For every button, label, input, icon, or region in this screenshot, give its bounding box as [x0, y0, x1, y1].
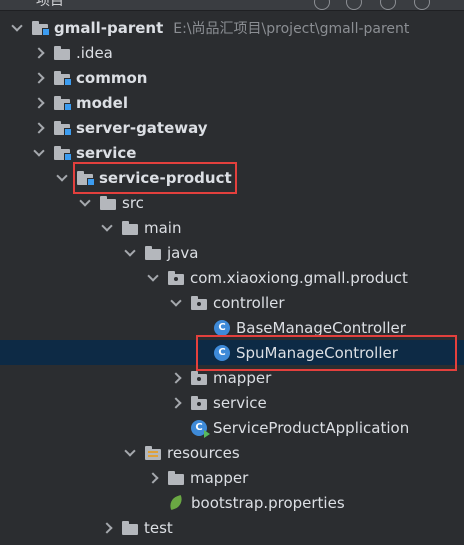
folder-icon: [168, 470, 184, 485]
tree-row-model[interactable]: model: [0, 90, 464, 115]
tree-row-service-product-application[interactable]: C ServiceProductApplication: [0, 415, 464, 440]
tree-row-label: main: [144, 218, 182, 237]
tree-row-label: server-gateway: [76, 118, 208, 137]
chevron-down-icon[interactable]: [32, 146, 46, 160]
hide-icon[interactable]: [414, 0, 430, 10]
locate-icon[interactable]: [314, 0, 330, 10]
project-path: E:\尚品汇项目\project\gmall-parent: [173, 20, 410, 37]
tree-row-label: test: [144, 518, 173, 537]
tree-row-label: mapper: [213, 368, 272, 387]
chevron-right-icon[interactable]: [32, 71, 46, 85]
tree-row-src[interactable]: src: [0, 190, 464, 215]
tree-row-label: ServiceProductApplication: [213, 418, 410, 437]
chevron-right-icon[interactable]: [146, 471, 160, 485]
tree-row-label: controller: [213, 293, 285, 312]
java-class-icon: C: [214, 319, 230, 336]
tree-row-bootstrap-properties[interactable]: bootstrap.properties: [0, 490, 464, 515]
tree-row-spu-manage-controller[interactable]: C SpuManageController: [0, 340, 464, 365]
package-icon: [191, 295, 207, 310]
tree-row-package-root[interactable]: com.xiaoxiong.gmall.product: [0, 265, 464, 290]
chevron-right-icon[interactable]: [32, 121, 46, 135]
tree-row-label: gmall-parent: [54, 18, 164, 37]
chevron-down-icon[interactable]: [10, 21, 24, 35]
resources-folder-icon: [145, 445, 161, 460]
tree-row-main[interactable]: main: [0, 215, 464, 240]
spring-boot-app-icon: C: [191, 419, 210, 438]
module-folder-icon: [54, 145, 72, 161]
tree-row-label: mapper: [190, 468, 249, 487]
module-folder-icon: [54, 95, 72, 111]
tree-row-label: service: [76, 143, 137, 162]
chevron-right-icon[interactable]: [169, 396, 183, 410]
tree-row-label: model: [76, 93, 128, 112]
folder-icon: [54, 45, 70, 60]
tool-window-title: 项目: [36, 0, 64, 9]
tree-row-resources[interactable]: resources: [0, 440, 464, 465]
tree-row-common[interactable]: common: [0, 65, 464, 90]
tree-row-service-product[interactable]: service-product: [0, 165, 464, 190]
folder-icon: [122, 220, 138, 235]
module-folder-icon: [32, 20, 50, 36]
tree-row-service[interactable]: service: [0, 140, 464, 165]
chevron-down-icon[interactable]: [100, 221, 114, 235]
tree-row-label: resources: [167, 443, 240, 462]
tree-row-label: BaseManageController: [236, 318, 406, 337]
tree-row-server-gateway[interactable]: server-gateway: [0, 115, 464, 140]
tree-row-java[interactable]: java: [0, 240, 464, 265]
collapse-icon[interactable]: [346, 0, 362, 10]
folder-icon: [100, 195, 116, 210]
tree-row-label: java: [167, 243, 199, 262]
chevron-right-icon[interactable]: [100, 521, 114, 535]
package-icon: [191, 370, 207, 385]
tree-row-label: src: [122, 193, 144, 212]
tree-row-service-package[interactable]: service: [0, 390, 464, 415]
module-folder-icon: [77, 170, 95, 186]
options-icon[interactable]: [380, 0, 396, 10]
tree-row-base-manage-controller[interactable]: C BaseManageController: [0, 315, 464, 340]
chevron-down-icon[interactable]: [123, 446, 137, 460]
tree-row-idea[interactable]: .idea: [0, 40, 464, 65]
chevron-down-icon[interactable]: [123, 246, 137, 260]
spring-properties-icon: [168, 496, 186, 510]
package-icon: [191, 395, 207, 410]
chevron-down-icon[interactable]: [169, 296, 183, 310]
project-tool-window: 项目 gmall-parent E:\尚品汇项目\project\gmall-p…: [0, 0, 464, 545]
module-folder-icon: [54, 120, 72, 136]
chevron-down-icon[interactable]: [146, 271, 160, 285]
chevron-right-icon[interactable]: [32, 46, 46, 60]
tree-row-label: bootstrap.properties: [191, 493, 345, 512]
tree-row-label: .idea: [76, 43, 113, 62]
module-folder-icon: [54, 70, 72, 86]
tree-row-controller[interactable]: controller: [0, 290, 464, 315]
chevron-right-icon[interactable]: [32, 96, 46, 110]
tool-window-header: 项目: [0, 0, 464, 11]
tree-row-mapper-resources[interactable]: mapper: [0, 465, 464, 490]
chevron-right-icon[interactable]: [169, 371, 183, 385]
tree-row-label: common: [76, 68, 148, 87]
tree-row-label: SpuManageController: [236, 343, 398, 362]
package-icon: [168, 270, 184, 285]
tree-row-gmall-parent[interactable]: gmall-parent E:\尚品汇项目\project\gmall-pare…: [0, 15, 464, 40]
folder-icon: [122, 520, 138, 535]
source-root-folder-icon: [145, 245, 161, 260]
chevron-down-icon[interactable]: [78, 196, 92, 210]
java-class-icon: C: [214, 344, 230, 361]
chevron-down-icon[interactable]: [55, 171, 69, 185]
tree-row-test[interactable]: test: [0, 515, 464, 540]
tree-row-label: service: [213, 393, 267, 412]
tree-row-label: service-product: [99, 168, 232, 187]
tree-row-mapper-package[interactable]: mapper: [0, 365, 464, 390]
tree-row-label: com.xiaoxiong.gmall.product: [190, 268, 408, 287]
